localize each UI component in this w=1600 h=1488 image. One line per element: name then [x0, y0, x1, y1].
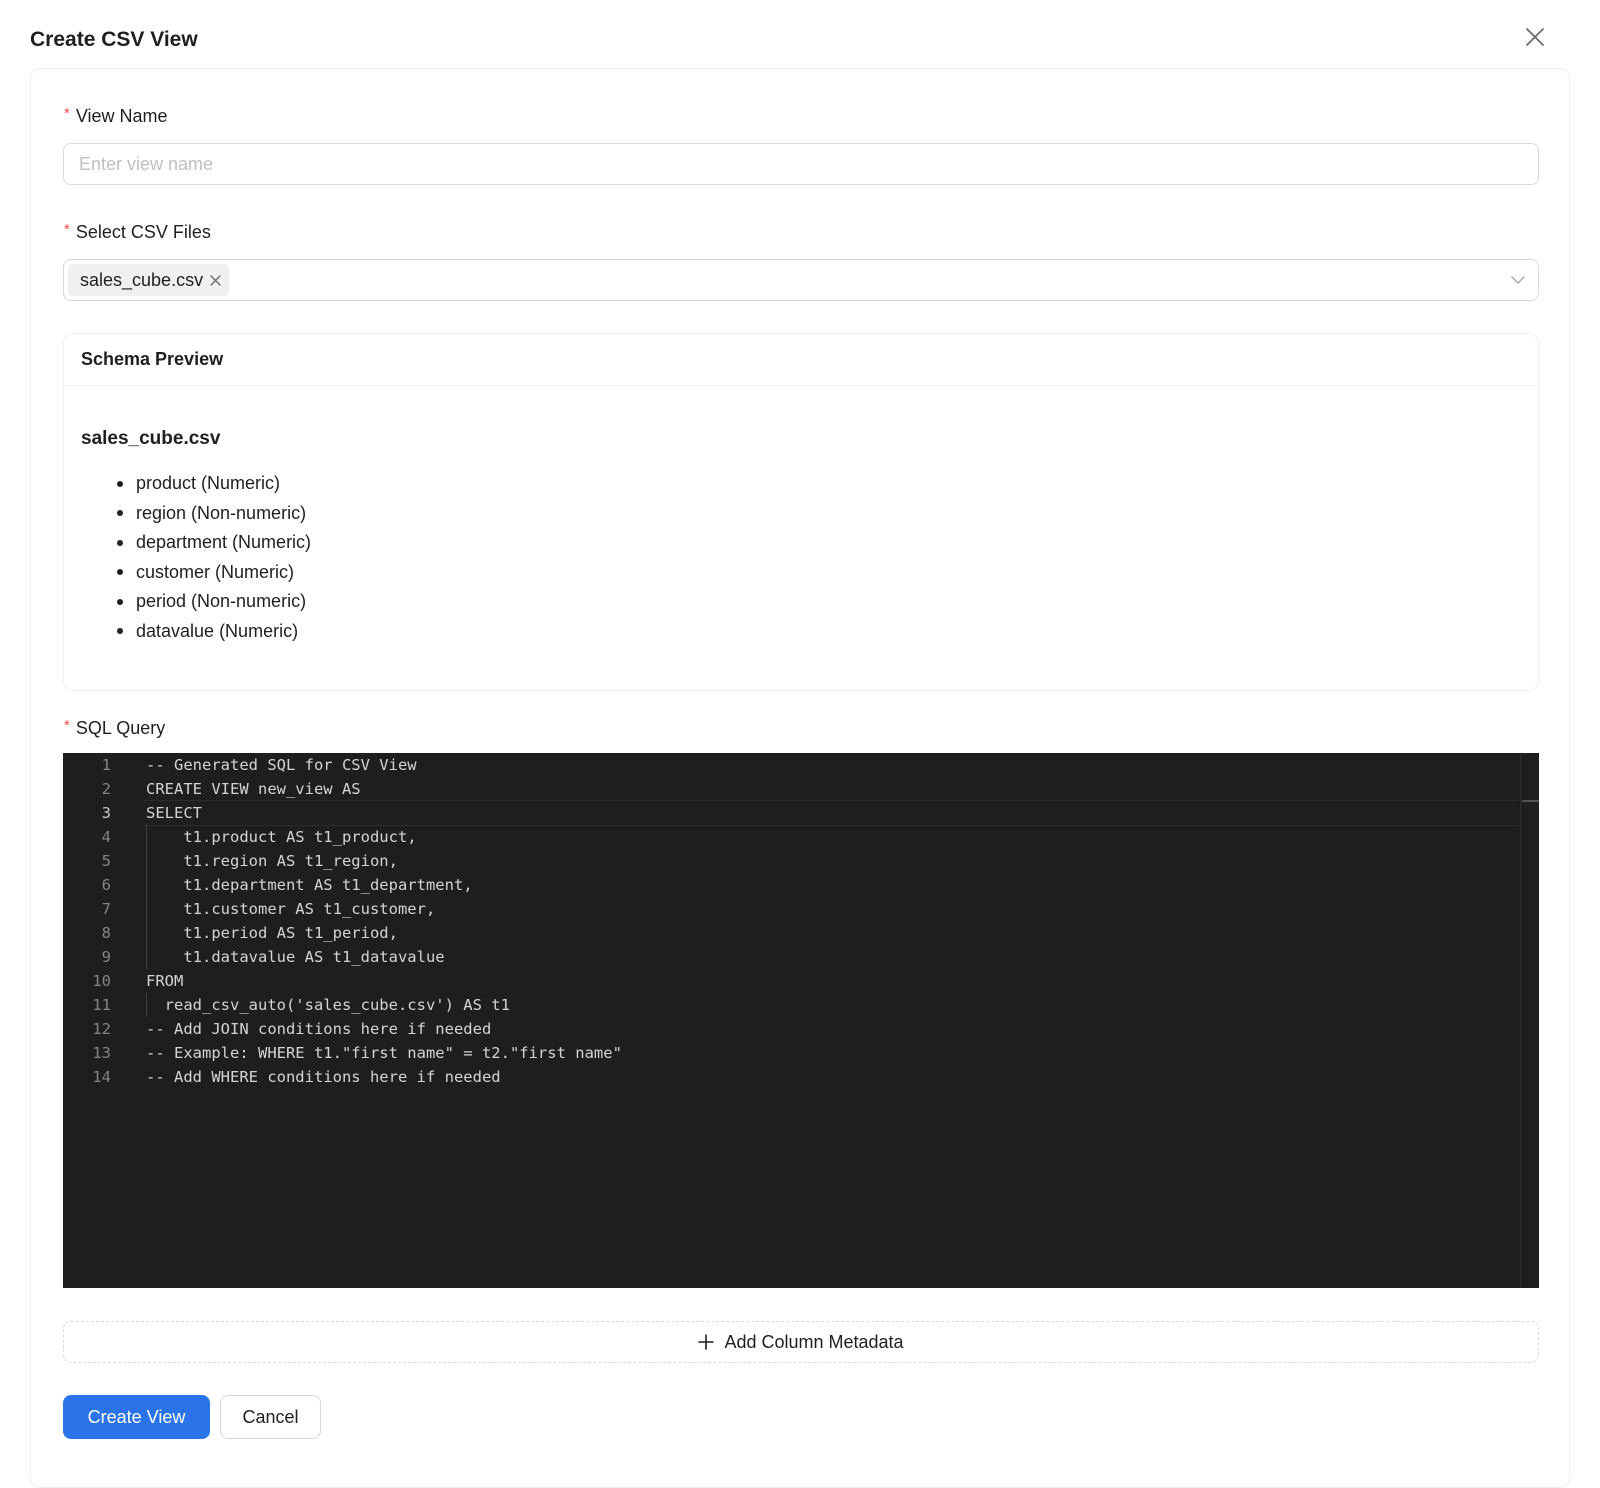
code-text: t1.customer AS t1_customer,	[146, 900, 436, 918]
schema-preview-card: Schema Preview sales_cube.csv product (N…	[63, 333, 1539, 691]
close-icon	[210, 274, 221, 286]
csv-files-select[interactable]: sales_cube.csv	[63, 259, 1539, 301]
active-line-highlight	[143, 800, 1519, 826]
view-name-label: * View Name	[64, 105, 168, 127]
schema-column-list: product (Numeric) region (Non-numeric) dep…	[81, 469, 311, 646]
schema-column-text: period (Non-numeric)	[136, 591, 307, 612]
line-number: 12	[92, 1020, 111, 1038]
schema-column-item: product (Numeric)	[81, 469, 311, 499]
line-number: 1	[101, 756, 111, 774]
schema-column-item: region (Non-numeric)	[81, 499, 311, 529]
selected-file-tag-label: sales_cube.csv	[80, 269, 204, 290]
chevron-down-icon[interactable]	[1510, 272, 1526, 288]
code-line: 3 SELECT	[63, 801, 202, 825]
view-name-input[interactable]	[63, 143, 1539, 185]
code-line: 12 -- Add JOIN conditions here if needed	[63, 1017, 491, 1041]
code-line: 10 FROM	[63, 969, 183, 993]
code-line: 13 -- Example: WHERE t1."first name" = t2…	[63, 1041, 622, 1065]
bullet-icon	[117, 598, 123, 605]
code-text: FROM	[146, 972, 184, 990]
line-number: 4	[101, 828, 111, 846]
bullet-icon	[117, 539, 123, 546]
csv-files-label: * Select CSV Files	[64, 221, 211, 243]
code-line: 5 t1.region AS t1_region,	[63, 849, 398, 873]
required-mark: *	[64, 717, 70, 734]
code-line: 6 t1.department AS t1_department,	[63, 873, 473, 897]
code-text: -- Add WHERE conditions here if needed	[146, 1068, 501, 1086]
add-column-metadata-button[interactable]: Add Column Metadata	[63, 1321, 1539, 1363]
sql-query-label: * SQL Query	[64, 717, 166, 739]
line-number: 14	[92, 1068, 111, 1086]
code-text: CREATE VIEW new_view AS	[146, 780, 361, 798]
line-number: 13	[92, 1044, 111, 1062]
code-text: -- Add JOIN conditions here if needed	[146, 1020, 492, 1038]
bullet-icon	[117, 628, 123, 635]
line-number: 7	[101, 900, 111, 918]
schema-column-text: datavalue (Numeric)	[136, 620, 299, 641]
cancel-button[interactable]: Cancel	[220, 1395, 321, 1439]
schema-file-name: sales_cube.csv	[81, 428, 221, 449]
line-number: 9	[101, 948, 111, 966]
code-text: t1.product AS t1_product,	[146, 828, 417, 846]
code-line: 4 t1.product AS t1_product,	[63, 825, 417, 849]
schema-column-text: customer (Numeric)	[136, 561, 295, 582]
schema-preview-title: Schema Preview	[64, 334, 1538, 386]
schema-column-item: datavalue (Numeric)	[81, 617, 311, 647]
line-number: 10	[92, 972, 111, 990]
sql-query-label-text: SQL Query	[75, 718, 166, 738]
add-column-metadata-label: Add Column Metadata	[724, 1331, 904, 1352]
code-text: read_csv_auto('sales_cube.csv') AS t1	[146, 996, 510, 1014]
required-mark: *	[64, 221, 70, 238]
editor-scroll-marker	[1522, 800, 1539, 802]
code-text: SELECT	[146, 804, 202, 822]
editor-scrollbar[interactable]	[1520, 753, 1539, 1288]
selected-file-tag: sales_cube.csv	[68, 264, 230, 296]
schema-column-item: period (Non-numeric)	[81, 587, 311, 617]
line-number: 2	[101, 780, 111, 798]
code-line: 8 t1.period AS t1_period,	[63, 921, 398, 945]
schema-column-text: region (Non-numeric)	[136, 502, 307, 523]
tag-remove-button[interactable]	[210, 274, 221, 286]
create-view-button[interactable]: Create View	[63, 1395, 210, 1439]
line-number: 3	[101, 804, 111, 822]
csv-files-label-text: Select CSV Files	[75, 222, 211, 242]
code-line: 9 t1.datavalue AS t1_datavalue	[63, 945, 445, 969]
close-button[interactable]	[1520, 22, 1550, 52]
line-number: 6	[101, 876, 111, 894]
view-name-label-text: View Name	[75, 106, 168, 126]
sql-editor[interactable]: 1 -- Generated SQL for CSV View 2 CREATE VI…	[63, 753, 1539, 1288]
line-number: 11	[92, 996, 111, 1014]
bullet-icon	[117, 480, 123, 487]
code-text: -- Generated SQL for CSV View	[146, 756, 417, 774]
code-line: 14 -- Add WHERE conditions here if needed	[63, 1065, 500, 1089]
bullet-icon	[117, 569, 123, 576]
required-mark: *	[64, 105, 70, 122]
code-text: t1.datavalue AS t1_datavalue	[146, 948, 445, 966]
schema-column-item: department (Numeric)	[81, 528, 311, 558]
code-text: t1.period AS t1_period,	[146, 924, 398, 942]
code-text: -- Example: WHERE t1."first name" = t2."…	[146, 1044, 622, 1062]
bullet-icon	[117, 510, 123, 517]
schema-column-item: customer (Numeric)	[81, 558, 311, 588]
schema-column-text: department (Numeric)	[136, 532, 312, 553]
code-text: t1.department AS t1_department,	[146, 876, 473, 894]
code-text: t1.region AS t1_region,	[146, 852, 398, 870]
close-icon	[1526, 28, 1544, 46]
plus-icon	[698, 1334, 715, 1350]
code-line: 11 read_csv_auto('sales_cube.csv') AS t1	[63, 993, 510, 1017]
line-number: 8	[101, 924, 111, 942]
code-line: 2 CREATE VIEW new_view AS	[63, 777, 361, 801]
line-number: 5	[101, 852, 111, 870]
modal-title: Create CSV View	[30, 28, 198, 51]
code-line: 7 t1.customer AS t1_customer,	[63, 897, 436, 921]
schema-column-text: product (Numeric)	[136, 473, 281, 494]
code-line: 1 -- Generated SQL for CSV View	[63, 753, 417, 777]
